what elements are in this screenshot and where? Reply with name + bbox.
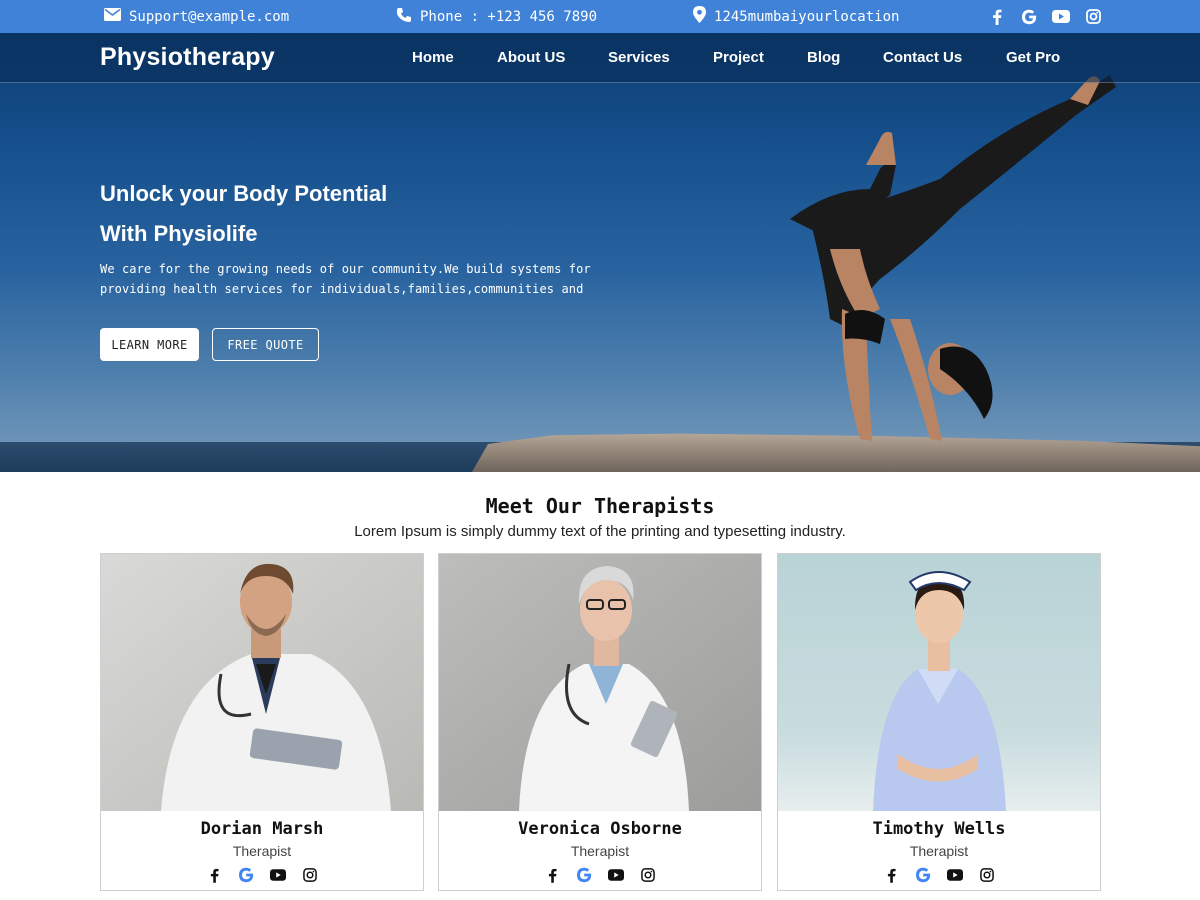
hero-banner	[0, 33, 1200, 472]
therapist-card: Timothy Wells Therapist	[777, 553, 1101, 891]
hero-title-line1: Unlock your Body Potential	[100, 181, 388, 206]
free-quote-button[interactable]: FREE QUOTE	[212, 328, 319, 361]
therapist-role: Therapist	[909, 843, 969, 859]
nav-project[interactable]: Project	[713, 49, 764, 66]
therapist-name: Timothy Wells	[872, 819, 1006, 839]
main-navbar: Physiotherapy Home About US Services Pro…	[0, 33, 1200, 83]
yoga-figure-image	[790, 75, 1116, 441]
instagram-icon[interactable]	[301, 866, 319, 884]
email-contact[interactable]: Support@example.com	[104, 0, 289, 33]
phone-text: Phone : +123 456 7890	[420, 8, 598, 25]
nav-services[interactable]: Services	[608, 49, 670, 66]
instagram-icon[interactable]	[639, 866, 657, 884]
therapist-role: Therapist	[232, 843, 292, 859]
therapist-social-links	[439, 866, 761, 884]
hero-text-line2: providing health services for individual…	[100, 282, 584, 296]
location-text: 1245mumbaiyourlocation	[714, 8, 900, 25]
nav-about-us[interactable]: About US	[497, 49, 565, 66]
therapist-photo	[778, 554, 1100, 811]
therapist-social-links	[778, 866, 1100, 884]
facebook-icon[interactable]	[882, 866, 900, 884]
map-pin-icon	[693, 6, 706, 27]
hero-text-line1: We care for the growing needs of our com…	[100, 262, 591, 276]
nav-menu: Home About US Services Project Blog Cont…	[0, 33, 1200, 83]
therapists-title: Meet Our Therapists	[485, 494, 715, 518]
therapist-name: Veronica Osborne	[518, 819, 682, 839]
envelope-icon	[104, 8, 121, 25]
email-text: Support@example.com	[129, 8, 290, 25]
therapist-card: Veronica Osborne Therapist	[438, 553, 762, 891]
google-icon[interactable]	[914, 866, 932, 884]
facebook-icon[interactable]	[543, 866, 561, 884]
phone-contact[interactable]: Phone : +123 456 7890	[396, 0, 597, 33]
youtube-icon[interactable]	[607, 866, 625, 884]
therapist-card: Dorian Marsh Therapist	[100, 553, 424, 891]
topbar-social-links	[988, 0, 1102, 33]
nav-blog[interactable]: Blog	[807, 49, 840, 66]
learn-more-button[interactable]: LEARN MORE	[100, 328, 199, 361]
nav-home[interactable]: Home	[412, 49, 454, 66]
therapist-role: Therapist	[570, 843, 630, 859]
instagram-icon[interactable]	[978, 866, 996, 884]
youtube-icon[interactable]	[946, 866, 964, 884]
google-icon[interactable]	[237, 866, 255, 884]
facebook-icon[interactable]	[205, 866, 223, 884]
location-contact[interactable]: 1245mumbaiyourlocation	[693, 0, 899, 33]
youtube-icon[interactable]	[1052, 8, 1070, 26]
therapist-photo	[101, 554, 423, 811]
therapists-subtitle: Lorem Ipsum is simply dummy text of the …	[354, 523, 846, 540]
therapist-photo	[439, 554, 761, 811]
phone-icon	[396, 7, 412, 27]
nav-contact-us[interactable]: Contact Us	[883, 49, 962, 66]
top-info-bar: Support@example.com Phone : +123 456 789…	[0, 0, 1200, 33]
therapist-social-links	[101, 866, 423, 884]
nav-get-pro[interactable]: Get Pro	[1006, 49, 1060, 66]
google-icon[interactable]	[1020, 8, 1038, 26]
youtube-icon[interactable]	[269, 866, 287, 884]
instagram-icon[interactable]	[1084, 8, 1102, 26]
therapist-name: Dorian Marsh	[200, 819, 324, 839]
facebook-icon[interactable]	[988, 8, 1006, 26]
hero-title-line2: With Physiolife	[100, 221, 258, 246]
google-icon[interactable]	[575, 866, 593, 884]
